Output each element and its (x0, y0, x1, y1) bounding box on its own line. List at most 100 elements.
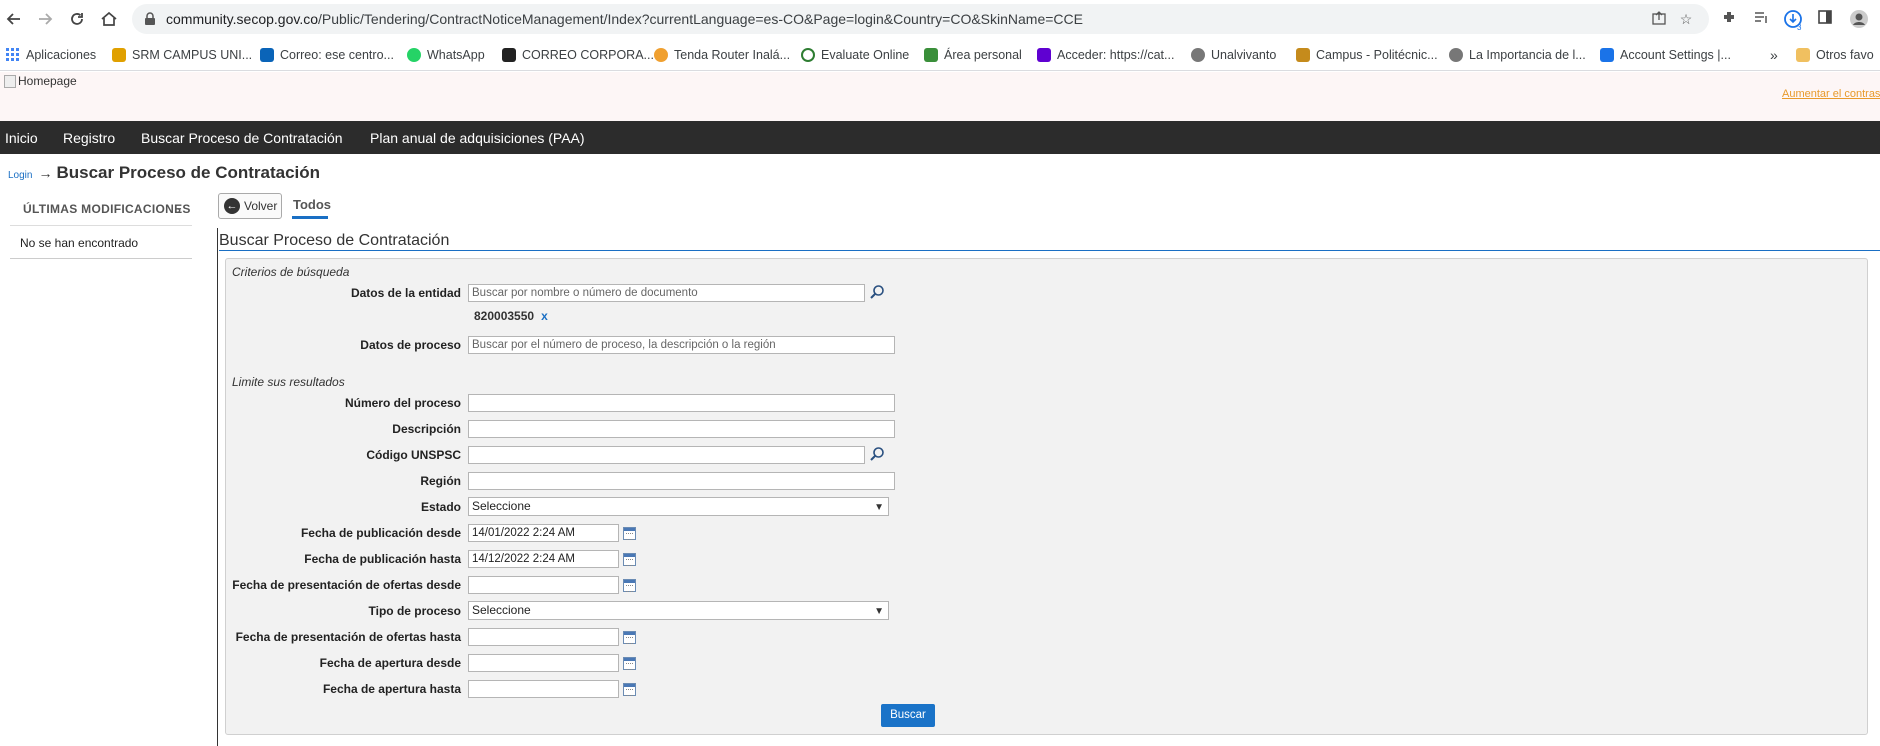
estado-label: Estado (420, 500, 461, 514)
apertura-desde-input[interactable] (468, 654, 619, 672)
search-button[interactable]: Buscar (881, 704, 935, 727)
tab-todos[interactable]: Todos (293, 197, 331, 212)
homepage-alt-text: Homepage (18, 74, 77, 88)
bookmark-other-folder[interactable]: Otros favo (1796, 46, 1874, 64)
apps-grid-icon (6, 48, 20, 62)
forward-arrow-icon[interactable] (35, 9, 55, 29)
url-path: /Public/Tendering/ContractNoticeManageme… (318, 11, 1083, 27)
pub-hasta-label: Fecha de publicación hasta (304, 552, 461, 566)
star-icon[interactable]: ☆ (1677, 10, 1695, 28)
recent-changes-panel: ÚLTIMAS MODIFICACIONES › No se han encon… (10, 198, 192, 259)
bookmarks-overflow-button[interactable]: » (1770, 46, 1778, 64)
tipo-selected-value: Seleccione (472, 603, 531, 617)
bookmark-apps[interactable]: Aplicaciones (6, 46, 96, 64)
process-search-input[interactable]: Buscar por el número de proceso, la desc… (468, 336, 895, 354)
pub-desde-input[interactable]: 14/01/2022 2:24 AM (468, 524, 619, 542)
increase-contrast-link[interactable]: Aumentar el contras (1782, 88, 1880, 100)
back-arrow-circle-icon: ← (224, 198, 240, 214)
bookmark-correo-corporativo[interactable]: CORREO CORPORA... (502, 46, 654, 64)
ofertas-desde-input[interactable] (468, 576, 619, 594)
browser-toolbar: community.secop.gov.co/Public/Tendering/… (0, 0, 1880, 38)
region-input[interactable] (468, 472, 895, 490)
calendar-icon[interactable] (623, 631, 636, 644)
reading-list-icon[interactable] (1751, 9, 1771, 29)
numero-input[interactable] (468, 394, 895, 412)
extensions-icon[interactable] (1719, 9, 1739, 29)
bookmark-correo[interactable]: Correo: ese centro... (260, 46, 394, 64)
bookmark-la-importancia[interactable]: La Importancia de l... (1449, 46, 1586, 64)
section-rule (219, 250, 1880, 251)
homepage-logo[interactable]: Homepage (4, 74, 77, 88)
bookmark-campus-politecnico[interactable]: Campus - Politécnic... (1296, 46, 1438, 64)
download-icon[interactable]: 3 (1783, 9, 1803, 32)
unspsc-input[interactable] (468, 446, 865, 464)
entity-search-icon[interactable] (869, 284, 885, 300)
apertura-hasta-input[interactable] (468, 680, 619, 698)
bookmark-area-personal[interactable]: Área personal (924, 46, 1022, 64)
address-bar[interactable]: community.secop.gov.co/Public/Tendering/… (132, 4, 1709, 34)
remove-tag-button[interactable]: x (541, 309, 548, 323)
moodle-icon (924, 48, 938, 62)
page-title: Buscar Proceso de Contratación (56, 163, 321, 182)
descripcion-input[interactable] (468, 420, 895, 438)
calendar-icon[interactable] (623, 683, 636, 696)
unspsc-search-icon[interactable] (869, 446, 885, 462)
collapse-chevron-icon[interactable]: › (177, 203, 181, 217)
globe-icon (1191, 48, 1205, 62)
whatsapp-icon (407, 48, 421, 62)
home-icon[interactable] (99, 9, 119, 29)
nav-inicio[interactable]: Inicio (5, 130, 38, 146)
bookmark-whatsapp[interactable]: WhatsApp (407, 46, 485, 64)
bookmark-acceder[interactable]: Acceder: https://cat... (1037, 46, 1174, 64)
calendar-icon[interactable] (623, 553, 636, 566)
bookmark-label: Account Settings |... (1620, 48, 1731, 62)
back-button[interactable]: ← Volver (218, 193, 282, 219)
tenda-icon (654, 48, 668, 62)
bookmark-label: SRM CAMPUS UNI... (132, 48, 253, 62)
bookmark-tenda-router[interactable]: Tenda Router Inalá... (654, 46, 790, 64)
nav-buscar-proceso[interactable]: Buscar Proceso de Contratación (141, 130, 343, 146)
check-circle-icon (801, 48, 815, 62)
recent-changes-heading[interactable]: ÚLTIMAS MODIFICACIONES › (10, 198, 192, 217)
estado-select[interactable]: Seleccione ▼ (468, 497, 889, 516)
pub-desde-label: Fecha de publicación desde (300, 526, 461, 540)
calendar-icon[interactable] (623, 657, 636, 670)
bookmark-label: Tenda Router Inalá... (674, 48, 791, 62)
ofertas-hasta-input[interactable] (468, 628, 619, 646)
share-icon[interactable] (1650, 10, 1668, 28)
bookmark-account-settings[interactable]: Account Settings |... (1600, 46, 1731, 64)
lock-icon[interactable] (142, 11, 158, 27)
reload-icon[interactable] (67, 9, 87, 29)
side-panel-icon[interactable] (1815, 9, 1835, 29)
pub-hasta-input[interactable]: 14/12/2022 2:24 AM (468, 550, 619, 568)
unspsc-label: Código UNSPSC (366, 448, 461, 462)
ofertas-desde-label: Fecha de presentación de ofertas desde (232, 578, 461, 592)
breadcrumb-login-link[interactable]: Login (8, 170, 32, 181)
tipo-select[interactable]: Seleccione ▼ (468, 601, 889, 620)
process-label: Datos de proceso (360, 338, 461, 352)
back-arrow-icon[interactable] (4, 9, 24, 29)
limit-legend: Limite sus resultados (232, 375, 345, 389)
url-text[interactable]: community.secop.gov.co/Public/Tendering/… (166, 11, 1083, 27)
back-button-label: Volver (244, 199, 278, 213)
bookmark-label: Unalvivanto (1211, 48, 1277, 62)
bookmark-unalvivanto[interactable]: Unalvivanto (1191, 46, 1276, 64)
profile-avatar-icon[interactable] (1849, 9, 1869, 29)
calendar-icon[interactable] (623, 527, 636, 540)
breadcrumb: Login → Buscar Proceso de Contratación (8, 163, 320, 183)
entity-label: Datos de la entidad (350, 286, 461, 300)
numero-label: Número del proceso (344, 396, 461, 410)
nav-plan-anual[interactable]: Plan anual de adquisiciones (PAA) (370, 130, 585, 146)
bookmark-label: Evaluate Online (821, 48, 910, 62)
nav-registro[interactable]: Registro (63, 130, 115, 146)
bookmark-label: Correo: ese centro... (280, 48, 394, 62)
download-badge: 3 (1797, 23, 1802, 32)
region-label: Región (420, 474, 461, 488)
bookmark-evaluate-online[interactable]: Evaluate Online (801, 46, 909, 64)
entity-search-input[interactable]: Buscar por nombre o número de documento (468, 284, 865, 302)
tipo-label: Tipo de proceso (368, 604, 461, 618)
bookmark-srm-campus[interactable]: SRM CAMPUS UNI... (112, 46, 252, 64)
calendar-icon[interactable] (623, 579, 636, 592)
descripcion-label: Descripción (392, 422, 461, 436)
srm-icon (112, 48, 126, 62)
